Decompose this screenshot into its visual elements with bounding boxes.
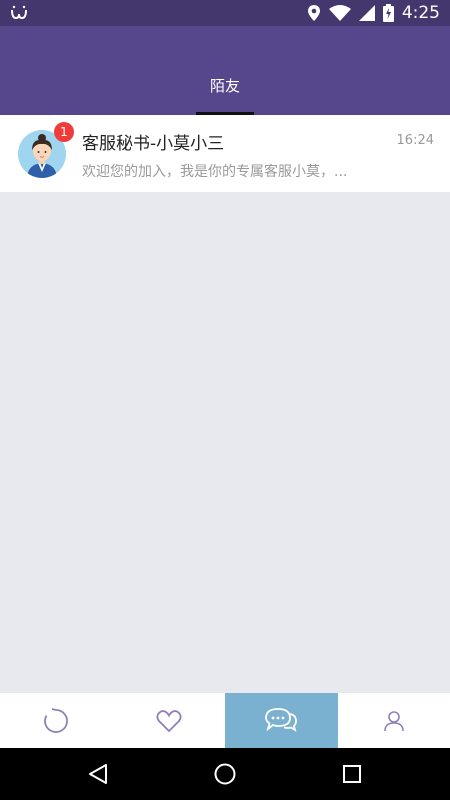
recents-icon[interactable] <box>340 762 364 786</box>
battery-charging-icon <box>382 4 394 22</box>
home-icon[interactable] <box>213 762 237 786</box>
chat-icon <box>265 707 298 732</box>
signal-icon <box>358 5 375 21</box>
app-header: 陌友 <box>0 26 450 115</box>
nav-refresh[interactable] <box>0 693 113 748</box>
conversation-preview: 欢迎您的加入，我是你的专属客服小莫，... <box>82 164 348 180</box>
wifi-icon <box>328 5 351 21</box>
unread-badge: 1 <box>54 122 74 142</box>
nav-profile[interactable] <box>338 693 450 748</box>
refresh-icon <box>44 707 69 733</box>
conversation-time: 16:24 <box>396 133 434 148</box>
status-bar: 4:25 <box>0 0 450 26</box>
tab-label: 陌友 <box>209 77 240 95</box>
location-icon <box>307 5 320 21</box>
app-notification-icon <box>11 5 27 20</box>
user-icon <box>383 710 404 731</box>
status-time: 4:25 <box>401 3 440 23</box>
back-icon[interactable] <box>86 762 110 786</box>
tab-mo-friends[interactable]: 陌友 <box>196 68 254 115</box>
nav-likes[interactable] <box>113 693 226 748</box>
conversation-title: 客服秘书-小莫小三 <box>82 134 225 154</box>
bottom-nav <box>0 693 450 748</box>
system-nav-bar <box>0 748 450 800</box>
heart-icon <box>156 709 182 732</box>
nav-messages[interactable] <box>225 693 338 748</box>
